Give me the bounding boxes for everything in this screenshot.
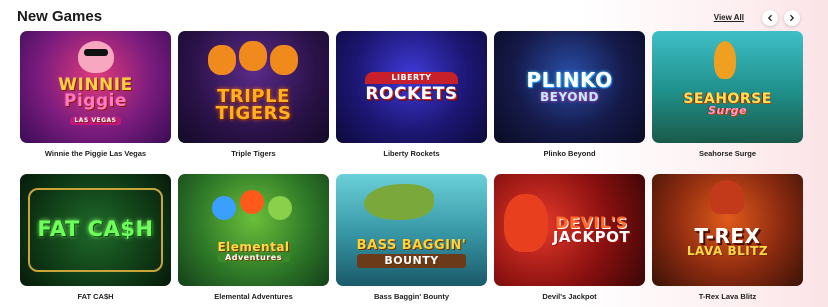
tiger-icon <box>239 41 267 71</box>
game-logo: Elemental Adventures <box>217 239 290 263</box>
game-title[interactable]: Plinko Beyond <box>494 149 645 161</box>
chevron-right-icon <box>790 14 794 22</box>
game-thumbnail[interactable]: Elemental Adventures <box>178 174 329 286</box>
game-title[interactable]: Bass Baggin' Bounty <box>336 292 487 304</box>
game-logo: T-REX LAVA BLITZ <box>686 226 769 258</box>
logo-text: BASS BAGGIN' <box>356 237 467 253</box>
carousel-next-button[interactable] <box>784 10 800 26</box>
game-logo: PLINKO BEYOND <box>526 67 613 104</box>
water-creature-icon <box>212 196 236 220</box>
game-title[interactable]: Seahorse Surge <box>652 149 803 161</box>
games-grid: WINNIE Piggie LAS VEGAS Winnie the Piggi… <box>20 31 803 304</box>
game-logo: FAT CA$H <box>37 217 154 242</box>
tiger-icon <box>270 45 298 75</box>
logo-text: BEYOND <box>540 89 599 104</box>
game-thumbnail[interactable]: BASS BAGGIN' BOUNTY <box>336 174 487 286</box>
game-logo: TRIPLE TIGERS <box>215 87 292 124</box>
fire-creature-icon <box>240 190 264 214</box>
game-card[interactable]: WINNIE Piggie LAS VEGAS Winnie the Piggi… <box>20 31 171 161</box>
logo-text: Adventures <box>217 252 290 263</box>
game-card[interactable]: Elemental Adventures Elemental Adventure… <box>178 174 329 304</box>
game-thumbnail[interactable]: TRIPLE TIGERS <box>178 31 329 143</box>
chevron-left-icon <box>768 14 772 22</box>
game-logo: WINNIE Piggie LAS VEGAS <box>58 76 132 125</box>
logo-text: LIBERTY <box>365 72 458 84</box>
game-logo: LIBERTY ROCKETS <box>365 72 458 104</box>
game-thumbnail[interactable]: LIBERTY ROCKETS <box>336 31 487 143</box>
game-card[interactable]: DEVIL'S JACKPOT Devil's Jackpot <box>494 174 645 304</box>
game-title[interactable]: FAT CA$H <box>20 292 171 304</box>
logo-text: LAVA BLITZ <box>686 243 769 258</box>
game-logo: SEAHORSE Surge <box>683 92 772 118</box>
dinosaur-icon <box>710 180 744 214</box>
logo-text: TIGERS <box>215 103 292 124</box>
devil-mascot-icon <box>504 194 548 252</box>
game-logo: DEVIL'S JACKPOT <box>552 215 631 247</box>
pig-mascot-icon <box>78 41 114 73</box>
logo-text: ROCKETS <box>365 83 458 104</box>
game-card[interactable]: T-REX LAVA BLITZ T-Rex Lava Blitz <box>652 174 803 304</box>
game-card[interactable]: BASS BAGGIN' BOUNTY Bass Baggin' Bounty <box>336 174 487 304</box>
game-title[interactable]: T-Rex Lava Blitz <box>652 292 803 304</box>
logo-text: FAT CA$H <box>37 217 154 242</box>
game-thumbnail[interactable]: FAT CA$H <box>20 174 171 286</box>
game-card[interactable]: TRIPLE TIGERS Triple Tigers <box>178 31 329 161</box>
game-title[interactable]: Winnie the Piggie Las Vegas <box>20 149 171 161</box>
fish-icon <box>364 184 434 220</box>
game-title[interactable]: Elemental Adventures <box>178 292 329 304</box>
game-card[interactable]: SEAHORSE Surge Seahorse Surge <box>652 31 803 161</box>
logo-text: Elemental <box>217 239 290 254</box>
tiger-icon <box>208 45 236 75</box>
section-title: New Games <box>17 8 103 25</box>
logo-text: BOUNTY <box>356 253 467 269</box>
section-header: New Games View All <box>17 6 806 28</box>
seahorse-icon <box>714 41 736 79</box>
earth-creature-icon <box>268 196 292 220</box>
carousel-prev-button[interactable] <box>762 10 778 26</box>
game-card[interactable]: FAT CA$H FAT CA$H <box>20 174 171 304</box>
view-all-link[interactable]: View All <box>714 13 744 22</box>
game-card[interactable]: PLINKO BEYOND Plinko Beyond <box>494 31 645 161</box>
game-title[interactable]: Triple Tigers <box>178 149 329 161</box>
game-thumbnail[interactable]: DEVIL'S JACKPOT <box>494 174 645 286</box>
game-title[interactable]: Devil's Jackpot <box>494 292 645 304</box>
game-thumbnail[interactable]: PLINKO BEYOND <box>494 31 645 143</box>
game-logo: BASS BAGGIN' BOUNTY <box>356 237 467 269</box>
game-thumbnail[interactable]: WINNIE Piggie LAS VEGAS <box>20 31 171 143</box>
logo-text: PLINKO <box>526 67 613 92</box>
logo-badge: LAS VEGAS <box>70 117 121 125</box>
logo-text: Surge <box>707 104 747 118</box>
game-thumbnail[interactable]: T-REX LAVA BLITZ <box>652 174 803 286</box>
game-title[interactable]: Liberty Rockets <box>336 149 487 161</box>
logo-text: Piggie <box>64 90 127 111</box>
logo-text: JACKPOT <box>552 228 631 247</box>
game-card[interactable]: LIBERTY ROCKETS Liberty Rockets <box>336 31 487 161</box>
game-thumbnail[interactable]: SEAHORSE Surge <box>652 31 803 143</box>
